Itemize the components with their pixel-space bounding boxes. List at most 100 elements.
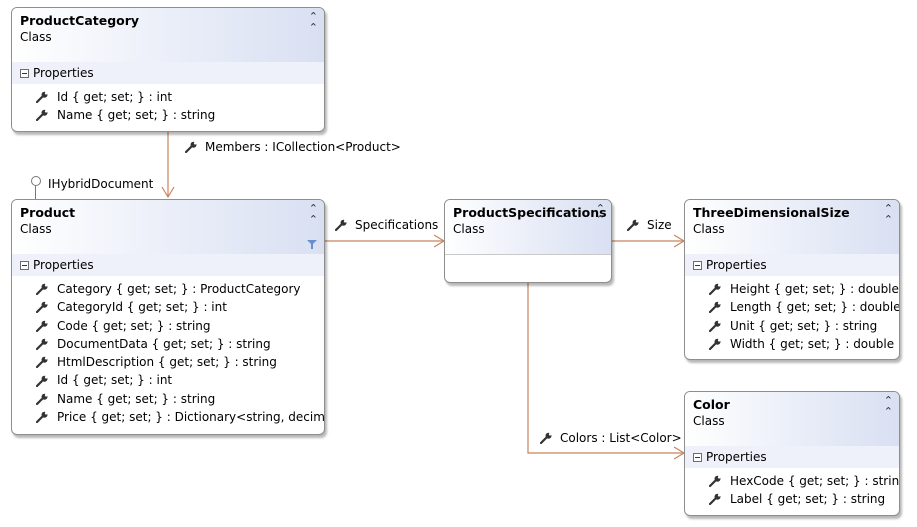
property-row[interactable]: CategoryId { get; set; } : int	[12, 298, 324, 316]
property-text: CategoryId { get; set; } : int	[57, 300, 227, 315]
interface-lollipop-icon	[31, 176, 41, 186]
class-name: ProductCategory	[20, 13, 140, 28]
class-kind: Class	[693, 414, 725, 428]
property-text: Label { get; set; } : string	[730, 492, 886, 507]
class-header[interactable]: ThreeDimensionalSize Class ⌃ ⌃	[685, 200, 899, 254]
wrench-icon	[709, 338, 721, 351]
property-row[interactable]: Label { get; set; } : string	[685, 490, 899, 508]
class-three-dimensional-size[interactable]: ThreeDimensionalSize Class ⌃ ⌃ Properties…	[684, 199, 900, 360]
wrench-icon	[709, 475, 721, 488]
class-header[interactable]: Product Class ⌃ ⌃	[12, 200, 324, 254]
property-text: Code { get; set; } : string	[57, 318, 211, 333]
wrench-icon	[709, 302, 721, 314]
wrench-icon	[36, 302, 48, 314]
association-text-members: Members : ICollection<Product>	[205, 140, 401, 154]
property-row[interactable]: HtmlDescription { get; set; } : string	[12, 353, 324, 371]
connector-colors	[527, 282, 684, 454]
association-label-specifications[interactable]: Specifications	[335, 218, 438, 232]
property-text: Length { get; set; } : double	[730, 300, 900, 315]
property-row[interactable]: Name { get; set; } : string	[12, 390, 324, 408]
wrench-icon	[36, 357, 48, 369]
properties-section-header[interactable]: Properties	[685, 446, 899, 468]
section-label: Properties	[33, 258, 94, 272]
wrench-icon	[540, 432, 552, 444]
wrench-icon	[627, 219, 639, 231]
collapse-double-chevron-up-icon[interactable]: ⌃ ⌃	[309, 203, 318, 225]
association-label-colors[interactable]: Colors : List<Color>	[540, 431, 682, 445]
property-text: Id { get; set; } : int	[57, 373, 173, 388]
property-row[interactable]: Height { get; set; } : double	[685, 280, 899, 298]
property-row[interactable]: Category { get; set; } : ProductCategory	[12, 280, 324, 298]
class-kind: Class	[453, 222, 485, 236]
class-header[interactable]: ProductSpecifications Class ⌃ ⌃	[445, 200, 611, 254]
property-text: Height { get; set; } : double	[730, 282, 899, 296]
wrench-icon	[36, 110, 48, 122]
wrench-icon	[709, 283, 721, 296]
wrench-icon	[36, 91, 48, 104]
properties-section-header[interactable]: Properties	[685, 254, 899, 276]
class-header[interactable]: ProductCategory Class ⌃ ⌃	[12, 8, 324, 62]
property-text: HexCode { get; set; } : string	[730, 474, 900, 488]
property-list: Height { get; set; } : double Length { g…	[685, 276, 899, 353]
property-row[interactable]: Name { get; set; } : string	[12, 106, 324, 124]
property-text: Unit { get; set; } : string	[730, 318, 878, 333]
interface-lollipop-stem	[35, 186, 36, 199]
interface-label: IHybridDocument	[48, 177, 154, 191]
collapse-double-chevron-up-icon[interactable]: ⌃ ⌃	[596, 203, 605, 225]
property-text: Price { get; set; } : Dictionary<string,…	[57, 410, 325, 425]
collapse-double-chevron-up-icon[interactable]: ⌃ ⌃	[884, 395, 893, 417]
wrench-icon	[36, 393, 48, 405]
property-text: Category { get; set; } : ProductCategory	[57, 282, 301, 296]
property-row[interactable]: Unit { get; set; } : string	[685, 317, 899, 335]
class-product-specifications[interactable]: ProductSpecifications Class ⌃ ⌃	[444, 199, 612, 283]
property-text: HtmlDescription { get; set; } : string	[57, 355, 277, 370]
property-text: Name { get; set; } : string	[57, 108, 216, 123]
class-color[interactable]: Color Class ⌃ ⌃ Properties HexCode { get;…	[684, 391, 900, 516]
minus-box-icon[interactable]	[20, 260, 29, 270]
property-row[interactable]: DocumentData { get; set; } : string	[12, 335, 324, 353]
class-name: ThreeDimensionalSize	[693, 205, 850, 220]
wrench-icon	[36, 338, 48, 351]
property-text: Id { get; set; } : int	[57, 90, 173, 104]
minus-box-icon[interactable]	[693, 260, 702, 270]
wrench-icon	[709, 494, 721, 506]
wrench-icon	[36, 375, 48, 387]
association-text-colors: Colors : List<Color>	[560, 431, 682, 445]
class-name: ProductSpecifications	[453, 205, 607, 220]
property-row[interactable]: Id { get; set; } : int	[12, 88, 324, 106]
class-kind: Class	[693, 222, 725, 236]
property-row[interactable]: Length { get; set; } : double	[685, 298, 899, 316]
class-kind: Class	[20, 30, 52, 44]
property-row[interactable]: Width { get; set; } : double	[685, 335, 899, 353]
wrench-icon	[185, 141, 197, 153]
minus-box-icon[interactable]	[693, 452, 702, 462]
wrench-icon	[36, 320, 48, 332]
association-text-specifications: Specifications	[355, 218, 439, 232]
properties-section-header[interactable]: Properties	[12, 62, 324, 84]
filter-icon[interactable]	[307, 240, 317, 249]
property-row[interactable]: HexCode { get; set; } : string	[685, 472, 899, 490]
minus-box-icon[interactable]	[20, 68, 29, 78]
association-label-size[interactable]: Size	[627, 218, 672, 232]
property-row[interactable]: Id { get; set; } : int	[12, 371, 324, 389]
section-label: Properties	[706, 258, 767, 272]
collapse-double-chevron-up-icon[interactable]: ⌃ ⌃	[884, 203, 893, 225]
association-label-members[interactable]: Members : ICollection<Product>	[185, 140, 401, 154]
property-row[interactable]: Price { get; set; } : Dictionary<string,…	[12, 408, 324, 426]
class-product[interactable]: Product Class ⌃ ⌃ Properties Category { g…	[11, 199, 325, 435]
wrench-icon	[36, 283, 48, 296]
class-name: Product	[20, 205, 76, 220]
collapse-double-chevron-up-icon[interactable]: ⌃ ⌃	[309, 11, 318, 33]
property-list: Category { get; set; } : ProductCategory…	[12, 276, 324, 426]
class-product-category[interactable]: ProductCategory Class ⌃ ⌃ Properties Id {…	[11, 7, 325, 132]
properties-section-header[interactable]: Properties	[12, 254, 324, 276]
wrench-icon	[36, 412, 48, 424]
property-text: Name { get; set; } : string	[57, 391, 216, 406]
class-header[interactable]: Color Class ⌃ ⌃	[685, 392, 899, 446]
class-body-empty	[445, 254, 611, 282]
property-text: DocumentData { get; set; } : string	[57, 336, 271, 351]
property-row[interactable]: Code { get; set; } : string	[12, 317, 324, 335]
property-text: Width { get; set; } : double	[730, 336, 895, 351]
wrench-icon	[709, 320, 721, 332]
class-name: Color	[693, 397, 730, 412]
